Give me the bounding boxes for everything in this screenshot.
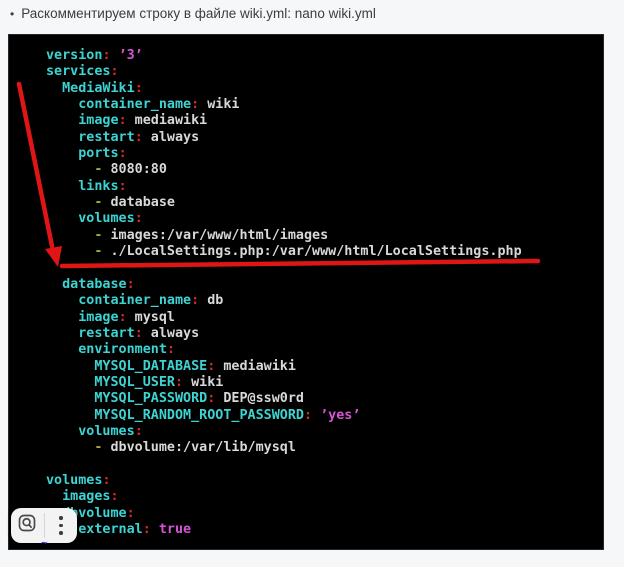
terminal-line: restart: always [46,326,603,342]
terminal-line: environment: [46,342,603,358]
terminal-line: - ./LocalSettings.php:/var/www/html/Loca… [46,244,603,260]
terminal-line: MediaWiki: [46,81,603,97]
kebab-menu-icon [59,514,63,537]
terminal-line: links: [46,179,603,195]
terminal-line: ports: [46,146,603,162]
terminal-line: MYSQL_PASSWORD: DEP@ssw0rd [46,391,603,407]
terminal-line: services: [46,64,603,80]
terminal-line: image: mysql [46,310,603,326]
terminal-line: volumes: [46,473,603,489]
terminal-line: version: ’3’ [46,48,603,64]
terminal-line: - 8080:80 [46,162,603,178]
terminal-line: dbvolume: [46,506,603,522]
bullet-point: • [10,7,14,21]
page-caption: • Раскомментируем строку в файле wiki.ym… [10,6,376,21]
terminal-line: external: true [46,522,603,538]
terminal-screenshot: version: ’3’services: MediaWiki: contain… [8,34,604,550]
terminal-line: volumes: [46,424,603,440]
terminal-line: database: [46,277,603,293]
terminal-content: version: ’3’services: MediaWiki: contain… [46,48,603,538]
terminal-line: image: mediawiki [46,113,603,129]
terminal-line [46,457,603,473]
terminal-line [46,260,603,276]
caption-text: Раскомментируем строку в файле wiki.yml:… [21,6,376,21]
terminal-line: MYSQL_DATABASE: mediawiki [46,359,603,375]
visual-search-button[interactable] [11,508,44,543]
terminal-line: volumes: [46,211,603,227]
terminal-line: container_name: db [46,293,603,309]
terminal-line: container_name: wiki [46,97,603,113]
visual-search-lens-icon [17,513,37,538]
terminal-line: - images:/var/www/html/images [46,228,603,244]
terminal-line: MYSQL_RANDOM_ROOT_PASSWORD: ’yes’ [46,408,603,424]
terminal-line: - database [46,195,603,211]
overlay-menu-button[interactable] [45,508,78,543]
terminal-line: restart: always [46,130,603,146]
terminal-line: images: [46,489,603,505]
terminal-cursor-mark: ~ [41,536,48,549]
terminal-line: MYSQL_USER: wiki [46,375,603,391]
terminal-line: - dbvolume:/var/lib/mysql [46,440,603,456]
